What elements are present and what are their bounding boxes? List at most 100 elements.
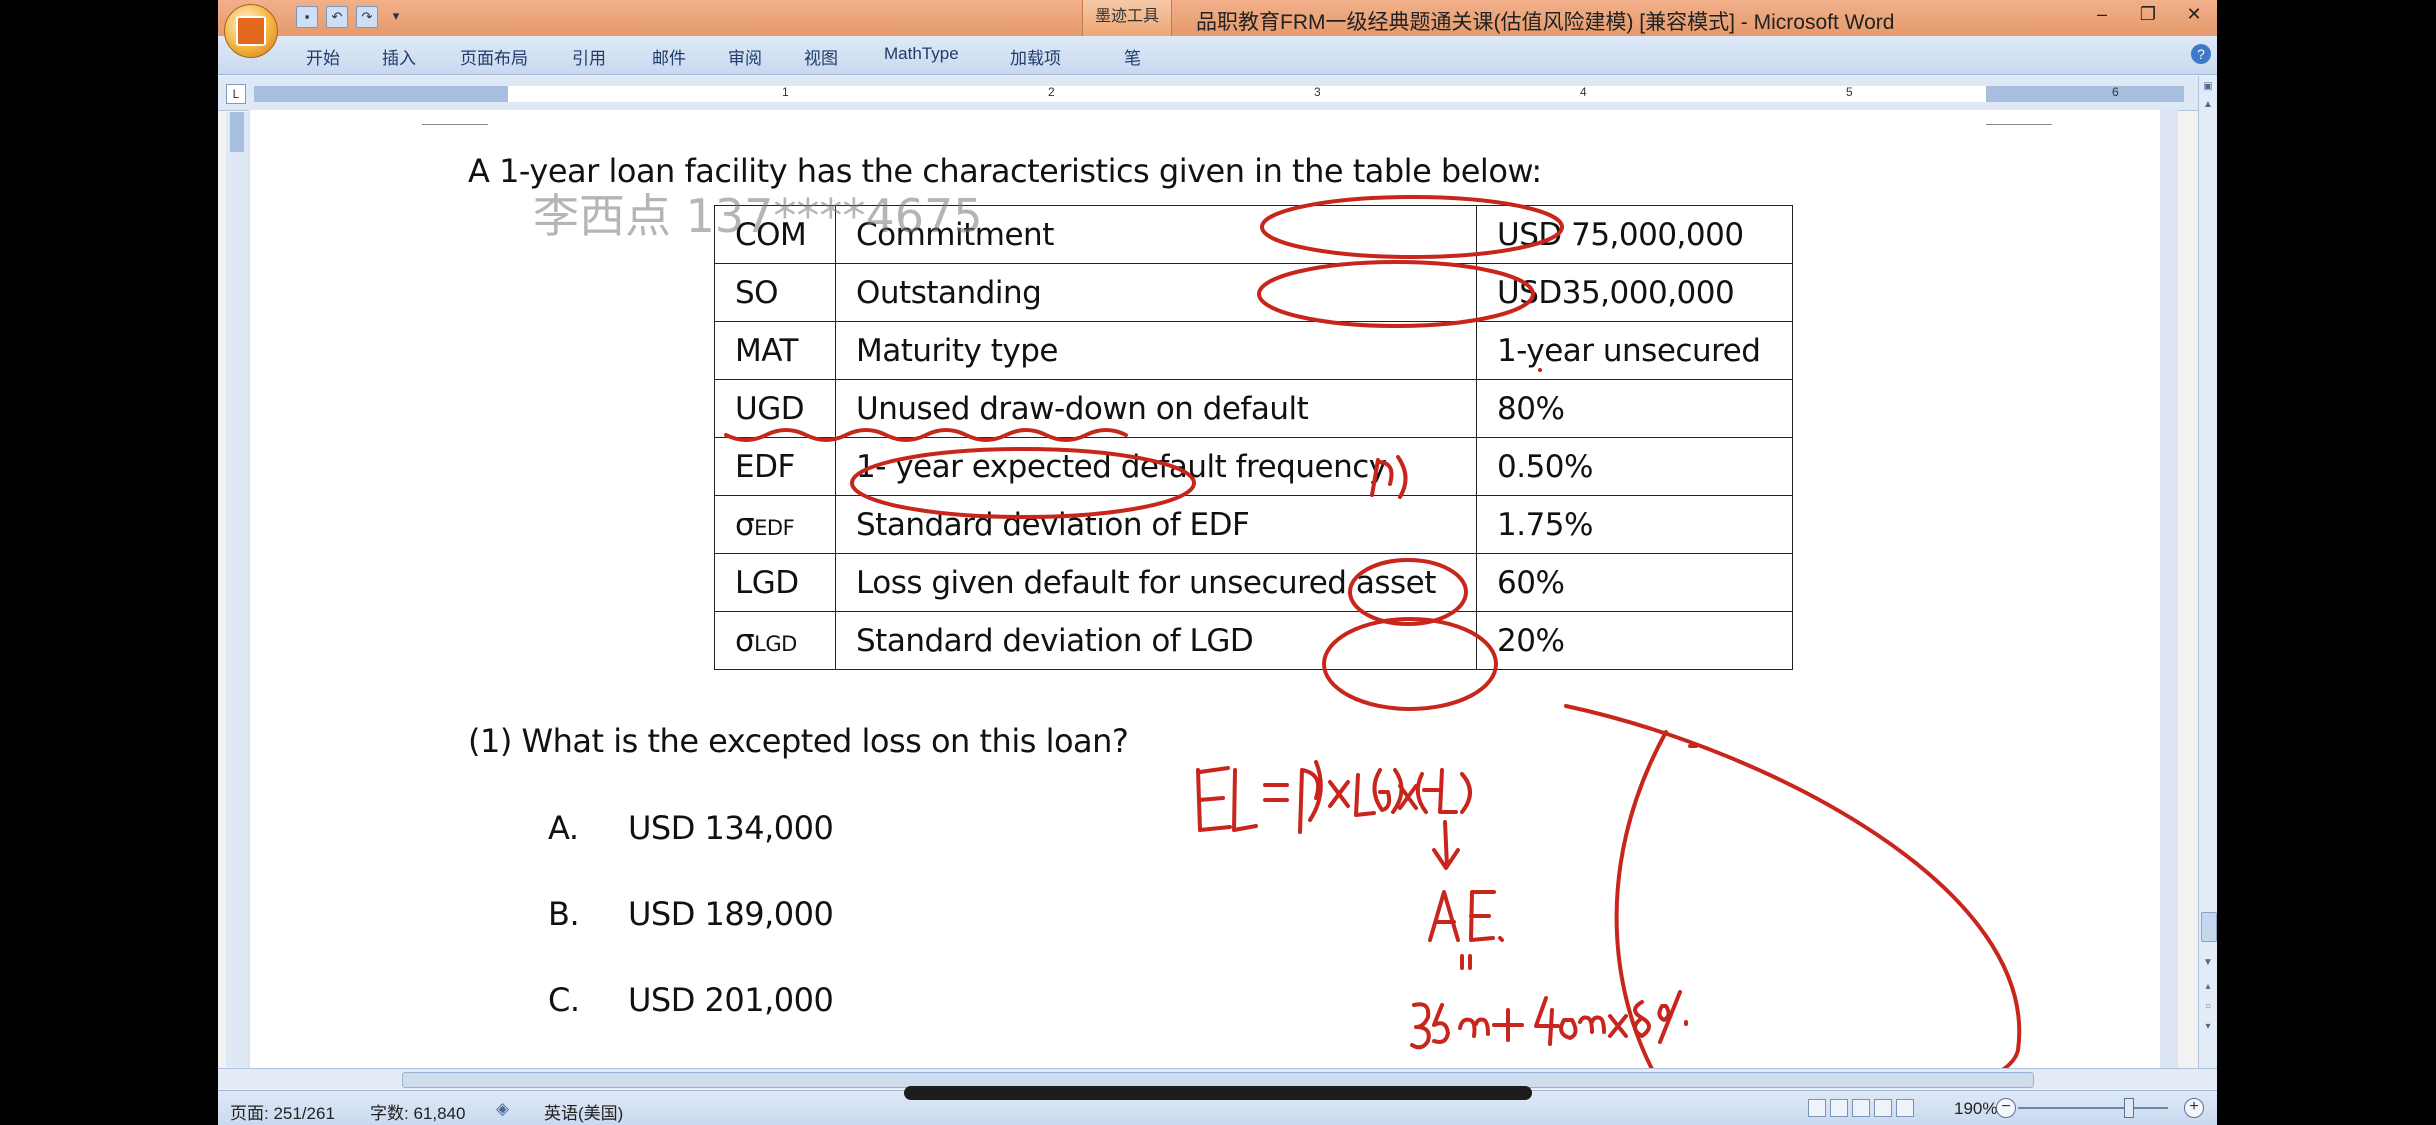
office-button[interactable] — [224, 4, 278, 58]
table-row: LGD Loss given default for unsecured ass… — [714, 553, 1793, 612]
table-cell-desc: 1- year expected default frequency — [835, 437, 1477, 496]
ink-big-loop — [1564, 704, 2022, 1068]
scroll-up-icon[interactable]: ▲ — [2201, 98, 2215, 112]
table-cell-desc: Unused draw-down on default — [835, 379, 1477, 438]
scroll-down-icon[interactable]: ▼ — [2201, 956, 2215, 970]
table-cell-abbr: UGD — [714, 379, 836, 438]
scroll-thumb[interactable] — [2201, 912, 2217, 942]
office-logo-icon — [236, 16, 266, 46]
tab-references[interactable]: 引用 — [572, 44, 606, 69]
table-cell-value: 20% — [1476, 611, 1793, 670]
tab-mailings[interactable]: 邮件 — [652, 44, 686, 69]
tab-selector-icon[interactable]: L — [226, 84, 246, 104]
proofing-icon[interactable]: ◈ — [496, 1099, 509, 1119]
tab-insert[interactable]: 插入 — [382, 44, 416, 69]
ruler-number: 5 — [1846, 85, 1853, 99]
table-row: MAT Maturity type 1-year unsecured — [714, 321, 1793, 380]
customize-qat-icon[interactable]: ▾ — [386, 6, 406, 26]
zoom-level[interactable]: 190% — [1954, 1099, 1997, 1119]
outline-icon[interactable] — [1874, 1099, 1892, 1117]
table-cell-abbr: SO — [714, 263, 836, 322]
vertical-scrollbar[interactable]: ▣ ▲ ▼ ▴ ○ ▾ — [2198, 76, 2217, 1068]
context-tab-ink-tools[interactable]: 墨迹工具 — [1082, 0, 1172, 36]
ruler-number: 2 — [1048, 85, 1055, 99]
sigma-symbol: σ — [735, 622, 755, 659]
table-cell-value: USD 75,000,000 — [1476, 205, 1793, 264]
tab-mathtype[interactable]: MathType — [884, 44, 959, 64]
save-icon[interactable]: ▪ — [296, 6, 318, 28]
help-icon[interactable]: ? — [2191, 44, 2211, 64]
ruler-number: 4 — [1580, 85, 1587, 99]
tab-page-layout[interactable]: 页面布局 — [460, 44, 528, 69]
crop-mark — [1986, 110, 2052, 125]
ruler-row: L 1 2 3 4 5 6 — [218, 76, 2217, 111]
table-cell-desc: Standard deviation of EDF — [835, 495, 1477, 554]
page[interactable]: A 1-year loan facility has the character… — [250, 110, 2160, 1068]
ink-calc — [1410, 990, 1688, 1050]
window-controls: – ❐ ✕ — [2079, 0, 2217, 30]
word-window: ▪ ↶ ↷ ▾ 墨迹工具 品职教育FRM一级经典题通关课(估值风险建模) [兼容… — [218, 0, 2217, 1125]
title-bar: ▪ ↶ ↷ ▾ 墨迹工具 品职教育FRM一级经典题通关课(估值风险建模) [兼容… — [218, 0, 2217, 36]
loan-characteristics-table: COM Commitment USD 75,000,000 SO Outstan… — [714, 205, 1793, 670]
ribbon-tabs: 开始 插入 页面布局 引用 邮件 审阅 视图 MathType 加载项 笔 ? — [218, 36, 2217, 75]
option-text: USD 189,000 — [628, 895, 834, 933]
left-margin — [254, 86, 508, 102]
restore-button[interactable]: ❐ — [2125, 0, 2171, 30]
next-page-icon[interactable]: ▾ — [2201, 1020, 2215, 1034]
table-cell-abbr: MAT — [714, 321, 836, 380]
table-cell-desc: Loss given default for unsecured asset — [835, 553, 1477, 612]
table-row: UGD Unused draw-down on default 80% — [714, 379, 1793, 438]
tab-view[interactable]: 视图 — [804, 44, 838, 69]
document-area[interactable]: A 1-year loan facility has the character… — [248, 110, 2178, 1068]
tab-home[interactable]: 开始 — [306, 44, 340, 69]
draft-icon[interactable] — [1896, 1099, 1914, 1117]
full-screen-reading-icon[interactable] — [1830, 1099, 1848, 1117]
print-layout-icon[interactable] — [1808, 1099, 1826, 1117]
undo-icon[interactable]: ↶ — [326, 6, 348, 28]
sigma-subscript: LGD — [754, 631, 797, 656]
option-letter: C. — [548, 981, 580, 1019]
redo-icon[interactable]: ↷ — [356, 6, 378, 28]
table-cell-value: 1-year unsecured — [1476, 321, 1793, 380]
table-cell-abbr: σEDF — [714, 495, 836, 554]
table-cell-value: 0.50% — [1476, 437, 1793, 496]
quick-access-toolbar: ▪ ↶ ↷ ▾ — [296, 6, 406, 28]
zoom-slider[interactable] — [2018, 1107, 2168, 1109]
table-row: σEDF Standard deviation of EDF 1.75% — [714, 495, 1793, 554]
language[interactable]: 英语(美国) — [544, 1099, 623, 1124]
tab-addins[interactable]: 加载项 — [1010, 44, 1061, 69]
table-cell-abbr: EDF — [714, 437, 836, 496]
vertical-ruler[interactable] — [226, 112, 249, 1067]
window-title: 品职教育FRM一级经典题通关课(估值风险建模) [兼容模式] - Microso… — [1196, 11, 1895, 34]
option-text: USD 134,000 — [628, 809, 834, 847]
close-button[interactable]: ✕ — [2171, 0, 2217, 30]
ink-equals — [1460, 954, 1472, 970]
previous-page-icon[interactable]: ▴ — [2201, 980, 2215, 994]
page-count[interactable]: 页面: 251/261 — [230, 1099, 335, 1124]
watermark: 李西点 137****4675 — [533, 189, 983, 243]
table-row: EDF 1- year expected default frequency 0… — [714, 437, 1793, 496]
ink-arrow-down — [1432, 820, 1460, 870]
word-count[interactable]: 字数: 61,840 — [370, 1099, 465, 1124]
question-text: (1) What is the excepted loss on this lo… — [468, 722, 1129, 760]
table-cell-abbr: LGD — [714, 553, 836, 612]
horizontal-ruler[interactable]: 1 2 3 4 5 6 — [254, 85, 2184, 102]
select-browse-object-icon[interactable]: ○ — [2201, 1000, 2215, 1014]
ruler-toggle-icon[interactable]: ▣ — [2201, 80, 2215, 94]
home-indicator[interactable] — [904, 1086, 1532, 1100]
zoom-in-icon[interactable]: + — [2184, 1098, 2204, 1118]
sigma-subscript: EDF — [754, 515, 795, 540]
web-layout-icon[interactable] — [1852, 1099, 1870, 1117]
minimize-button[interactable]: – — [2079, 0, 2125, 30]
tab-review[interactable]: 审阅 — [728, 44, 762, 69]
ink-formula-el — [1196, 760, 1418, 834]
tab-pen[interactable]: 笔 — [1124, 44, 1141, 69]
table-cell-desc: Standard deviation of LGD — [835, 611, 1477, 670]
ink-ae — [1428, 890, 1504, 942]
zoom-slider-knob[interactable] — [2124, 1098, 2134, 1118]
table-cell-value: 1.75% — [1476, 495, 1793, 554]
table-cell-value: USD35,000,000 — [1476, 263, 1793, 322]
table-cell-value: 60% — [1476, 553, 1793, 612]
view-buttons — [1808, 1099, 1914, 1117]
zoom-out-icon[interactable]: − — [1996, 1098, 2016, 1118]
